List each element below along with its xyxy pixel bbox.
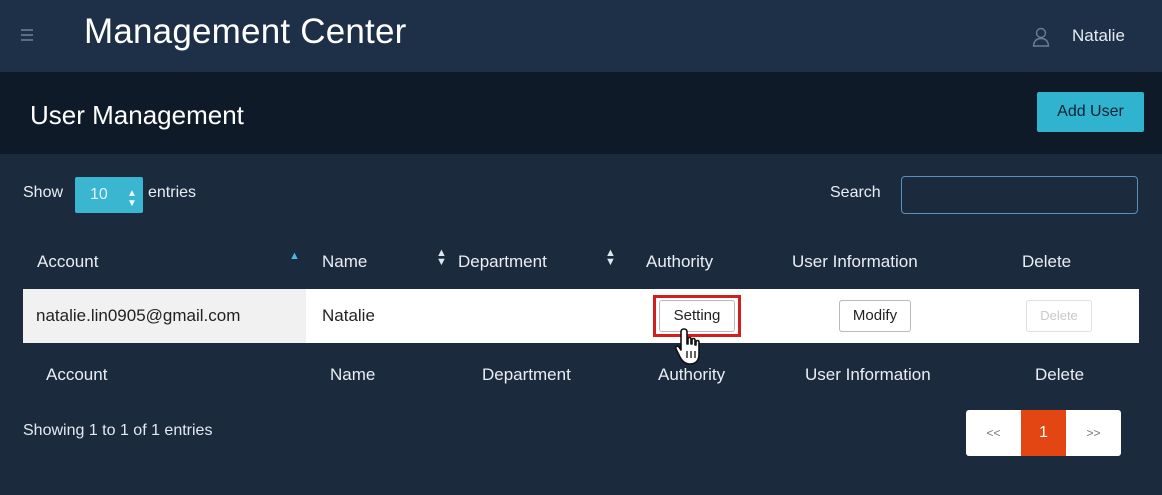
footer-user-information: User Information	[805, 365, 931, 384]
footer-delete: Delete	[1035, 365, 1085, 384]
column-header-department[interactable]: Department	[458, 252, 547, 272]
column-header-delete: Delete	[1022, 252, 1072, 271]
column-header-name[interactable]: Name	[322, 252, 367, 272]
search-label: Search	[830, 184, 881, 201]
table-row: natalie.lin0905@gmail.com Natalie Settin…	[23, 289, 1139, 343]
menu-icon[interactable]	[21, 29, 33, 41]
delete-button[interactable]: Delete	[1026, 300, 1092, 332]
pagination-prev[interactable]: <<	[966, 410, 1021, 456]
table-info: Showing 1 to 1 of 1 entries	[23, 422, 213, 439]
add-user-button[interactable]: Add User	[1037, 92, 1144, 132]
page-title: User Management	[30, 100, 244, 130]
entries-value: 10	[90, 186, 108, 203]
entries-label: entries	[148, 184, 197, 201]
account-value: natalie.lin0905@gmail.com	[36, 306, 241, 325]
sort-icon[interactable]: ▲ ▼	[605, 248, 616, 268]
pagination-page-1[interactable]: 1	[1021, 410, 1066, 456]
select-arrows-icon: ▲ ▼	[127, 188, 137, 209]
search-input[interactable]	[901, 176, 1138, 214]
user-name[interactable]: Natalie	[1072, 26, 1125, 46]
footer-account: Account	[46, 365, 108, 384]
column-header-account[interactable]: Account	[37, 252, 98, 272]
footer-authority: Authority	[658, 365, 726, 384]
sort-asc-icon[interactable]: ▲	[289, 250, 300, 262]
pagination-next[interactable]: >>	[1066, 410, 1121, 456]
app-title: Management Center	[84, 12, 407, 51]
sort-icon[interactable]: ▲ ▼	[436, 248, 447, 268]
pagination: << 1 >>	[966, 410, 1121, 456]
column-header-authority: Authority	[646, 252, 714, 271]
hand-cursor-icon	[674, 328, 700, 365]
page-header: User Management Add User	[0, 72, 1162, 154]
footer-name: Name	[330, 365, 376, 384]
modify-button[interactable]: Modify	[839, 300, 911, 332]
name-value: Natalie	[322, 306, 375, 325]
show-label: Show	[23, 184, 64, 201]
column-header-user-information: User Information	[792, 252, 918, 271]
user-icon[interactable]	[1032, 27, 1050, 47]
footer-department: Department	[482, 365, 571, 384]
entries-select[interactable]: 10 ▲ ▼	[75, 177, 143, 213]
top-bar: Management Center Natalie	[0, 0, 1162, 72]
